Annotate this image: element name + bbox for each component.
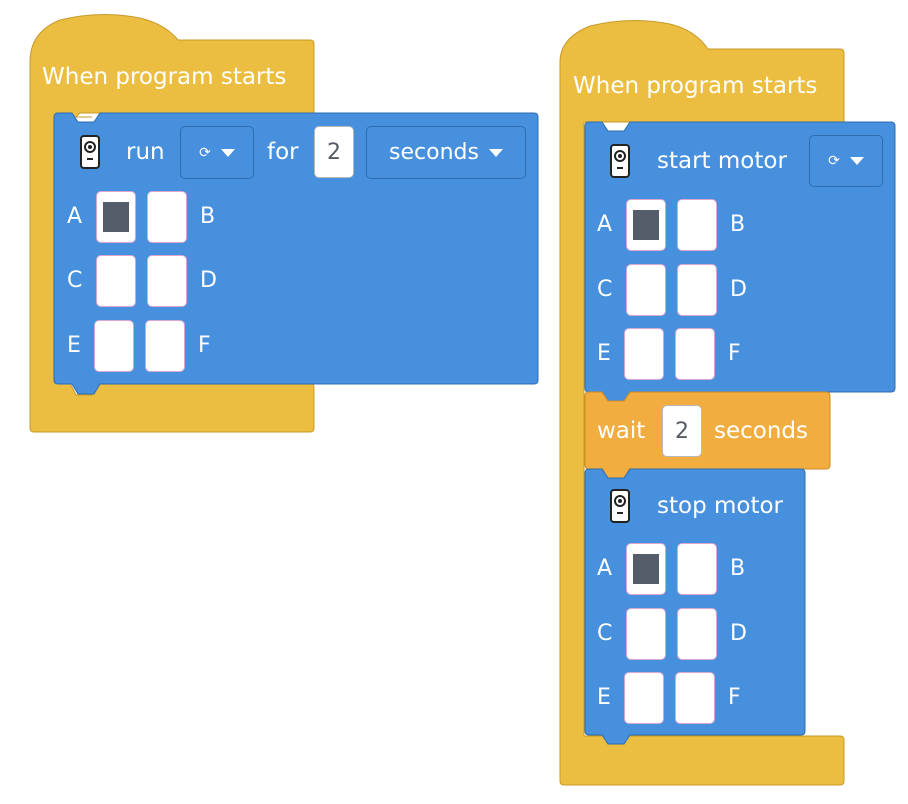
hat-label-1: When program starts xyxy=(42,64,287,90)
start-port-f-toggle[interactable] xyxy=(675,328,715,380)
rotate-icon: ⟳ xyxy=(828,153,840,169)
caret-down-icon xyxy=(488,148,503,157)
port-label-a: A xyxy=(597,556,613,581)
port-selected-indicator xyxy=(633,210,659,240)
caret-down-icon xyxy=(220,148,235,157)
port-label-b: B xyxy=(730,556,746,581)
port-label-e: E xyxy=(67,333,81,358)
start-port-a-toggle[interactable] xyxy=(626,199,666,251)
port-label-f: F xyxy=(198,333,211,358)
port-label-e: E xyxy=(597,341,611,366)
block-canvas xyxy=(29,13,896,786)
port-a-toggle[interactable] xyxy=(96,191,136,243)
port-label-d: D xyxy=(730,277,747,302)
stop-motor-label: stop motor xyxy=(657,493,784,519)
motor-icon xyxy=(80,135,100,169)
start-port-c-toggle[interactable] xyxy=(626,264,666,316)
port-label-a: A xyxy=(597,212,613,237)
port-label-a: A xyxy=(67,204,83,229)
stop-port-e-toggle[interactable] xyxy=(624,672,664,724)
port-label-d: D xyxy=(730,621,747,646)
port-label-e: E xyxy=(597,685,611,710)
hat-label-2: When program starts xyxy=(573,73,818,99)
port-e-toggle[interactable] xyxy=(94,320,134,372)
port-label-c: C xyxy=(597,621,613,646)
port-f-toggle[interactable] xyxy=(145,320,185,372)
start-direction-dropdown[interactable]: ⟳ xyxy=(809,135,883,187)
stop-port-f-toggle[interactable] xyxy=(675,672,715,724)
stop-port-d-toggle[interactable] xyxy=(677,608,717,660)
port-d-toggle[interactable] xyxy=(147,255,187,307)
run-label: run xyxy=(126,139,165,165)
for-label: for xyxy=(267,139,299,165)
stop-port-a-toggle[interactable] xyxy=(626,543,666,595)
motor-icon xyxy=(610,144,630,178)
port-label-c: C xyxy=(597,277,613,302)
port-b-toggle[interactable] xyxy=(147,191,187,243)
port-label-f: F xyxy=(728,685,741,710)
port-label-c: C xyxy=(67,268,83,293)
start-port-b-toggle[interactable] xyxy=(677,199,717,251)
port-label-b: B xyxy=(200,204,216,229)
motor-icon xyxy=(610,489,630,523)
direction-dropdown[interactable]: ⟳ xyxy=(180,126,254,179)
stop-port-c-toggle[interactable] xyxy=(626,608,666,660)
unit-dropdown[interactable]: seconds xyxy=(366,126,526,179)
start-motor-label: start motor xyxy=(657,148,787,174)
duration-input[interactable]: 2 xyxy=(314,126,354,178)
wait-label: wait xyxy=(597,418,646,444)
stop-port-b-toggle[interactable] xyxy=(677,543,717,595)
port-label-b: B xyxy=(730,212,746,237)
start-port-e-toggle[interactable] xyxy=(624,328,664,380)
port-selected-indicator xyxy=(103,202,129,232)
port-selected-indicator xyxy=(633,554,659,584)
start-port-d-toggle[interactable] xyxy=(677,264,717,316)
unit-label: seconds xyxy=(389,140,479,165)
port-label-d: D xyxy=(200,268,217,293)
caret-down-icon xyxy=(849,157,864,165)
rotate-icon: ⟳ xyxy=(199,144,211,161)
port-label-f: F xyxy=(728,341,741,366)
wait-unit-label: seconds xyxy=(714,418,809,444)
port-c-toggle[interactable] xyxy=(96,255,136,307)
wait-duration-input[interactable]: 2 xyxy=(662,405,702,457)
